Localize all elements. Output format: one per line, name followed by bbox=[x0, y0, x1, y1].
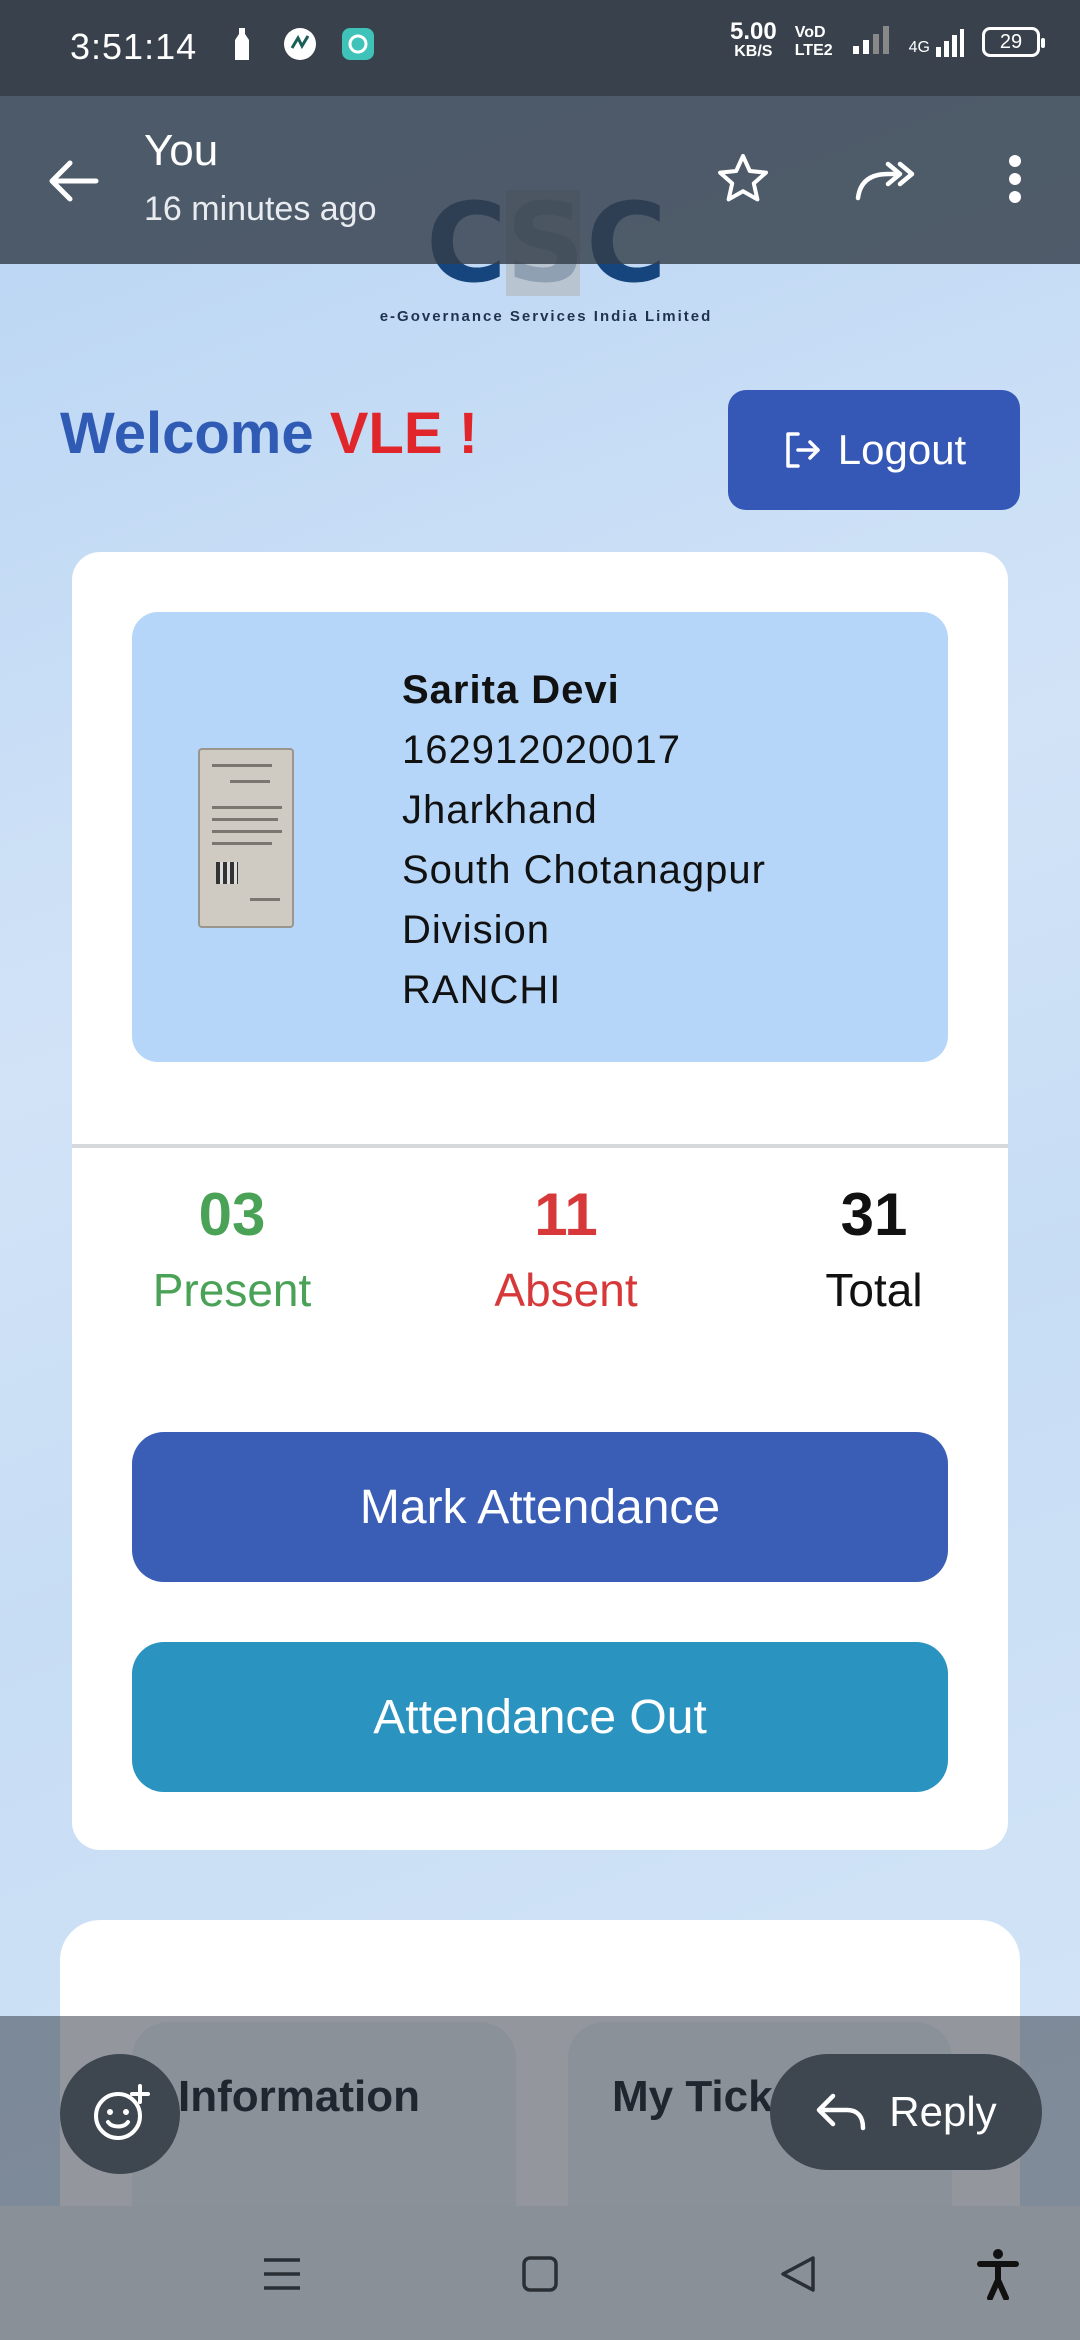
profile-panel: Sarita Devi 162912020017 Jharkhand South… bbox=[132, 612, 948, 1062]
mark-attendance-button[interactable]: Mark Attendance bbox=[132, 1432, 948, 1582]
absent-stat: 11 Absent bbox=[416, 1180, 716, 1330]
star-button[interactable] bbox=[708, 144, 778, 214]
arrow-left-icon bbox=[49, 160, 99, 202]
triangle-back-icon bbox=[781, 2256, 815, 2292]
absent-label: Absent bbox=[494, 1264, 638, 1316]
volte-indicator: VoD LTE2 bbox=[794, 24, 833, 59]
sender-name: You bbox=[144, 126, 219, 175]
present-count: 03 bbox=[198, 1181, 266, 1248]
forward-icon bbox=[855, 161, 915, 201]
app-notification-icon bbox=[280, 24, 320, 64]
logout-button[interactable]: Logout bbox=[728, 390, 1020, 510]
status-bar: 3:51:14 5.00 KB/S VoD LTE2 4G 29 bbox=[0, 0, 1080, 96]
back-nav-button[interactable] bbox=[766, 2242, 830, 2306]
reply-icon bbox=[817, 2093, 866, 2131]
profile-division-suffix: Division bbox=[402, 908, 551, 952]
status-time: 3:51:14 bbox=[70, 26, 198, 67]
profile-division: South Chotanagpur bbox=[402, 848, 766, 892]
absent-count: 11 bbox=[534, 1181, 598, 1248]
notification-icons bbox=[222, 24, 378, 64]
react-button[interactable] bbox=[60, 2054, 180, 2174]
logo-subtitle: e-Governance Services India Limited bbox=[379, 308, 713, 325]
reply-label: Reply bbox=[889, 2088, 997, 2135]
add-reaction-icon bbox=[94, 2084, 150, 2140]
signal-icon bbox=[851, 24, 891, 60]
chat-notification-icon bbox=[338, 24, 378, 64]
home-square-icon bbox=[522, 2256, 558, 2292]
information-label: Information bbox=[178, 2072, 420, 2121]
logout-icon bbox=[786, 432, 820, 468]
back-button[interactable] bbox=[38, 146, 108, 216]
total-label: Total bbox=[825, 1264, 923, 1316]
accessibility-icon bbox=[977, 2249, 1019, 2300]
forward-button[interactable] bbox=[852, 144, 922, 214]
profile-details: Sarita Devi 162912020017 Jharkhand South… bbox=[402, 660, 766, 1020]
profile-state: Jharkhand bbox=[402, 788, 598, 832]
welcome-heading: Welcome VLE ! bbox=[60, 401, 478, 466]
viewer-header: You 16 minutes ago bbox=[0, 96, 1080, 264]
message-time: 16 minutes ago bbox=[144, 190, 377, 228]
more-options-button[interactable] bbox=[980, 144, 1050, 214]
system-nav-bar bbox=[0, 2206, 1080, 2340]
attendance-card: Sarita Devi 162912020017 Jharkhand South… bbox=[72, 552, 1008, 1850]
divider bbox=[72, 1144, 1008, 1148]
net-speed: 5.00 KB/S bbox=[730, 18, 777, 61]
home-button[interactable] bbox=[508, 2242, 572, 2306]
menu-icon bbox=[264, 2258, 300, 2290]
recent-apps-button[interactable] bbox=[250, 2242, 314, 2306]
battery-icon: 29 bbox=[982, 27, 1045, 57]
total-stat: 31 Total bbox=[724, 1180, 1024, 1330]
profile-name: Sarita Devi bbox=[402, 668, 620, 712]
reply-button[interactable]: Reply bbox=[770, 2054, 1042, 2170]
signal-4g-icon: 4G bbox=[909, 27, 964, 57]
profile-district: RANCHI bbox=[402, 968, 562, 1012]
present-stat: 03 Present bbox=[82, 1180, 382, 1330]
logout-label: Logout bbox=[837, 426, 967, 473]
star-icon bbox=[718, 154, 768, 202]
attendance-out-button[interactable]: Attendance Out bbox=[132, 1642, 948, 1792]
status-right: 5.00 KB/S VoD LTE2 4G 29 bbox=[730, 18, 1045, 62]
more-vertical-icon bbox=[1009, 155, 1021, 203]
profile-id: 162912020017 bbox=[402, 728, 681, 772]
accessibility-button[interactable] bbox=[966, 2242, 1030, 2306]
id-document-photo bbox=[198, 748, 294, 928]
bottle-icon bbox=[222, 24, 262, 64]
present-label: Present bbox=[152, 1264, 312, 1316]
total-count: 31 bbox=[840, 1181, 908, 1248]
